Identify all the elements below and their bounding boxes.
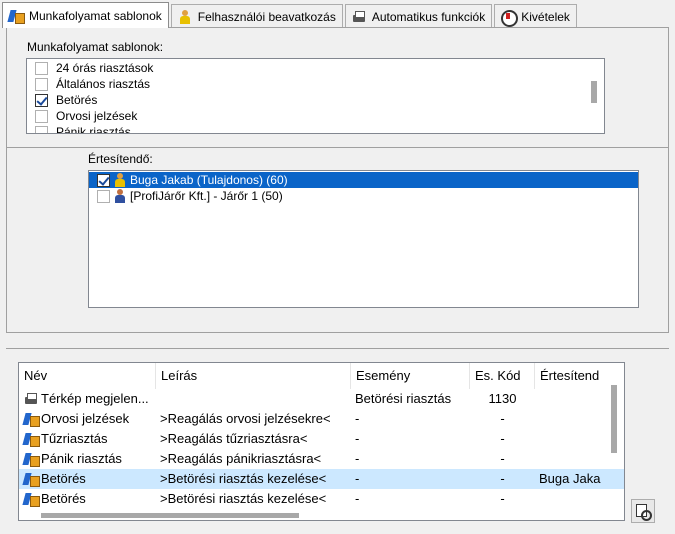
row-name: Betörés — [41, 491, 86, 506]
guard-icon — [112, 188, 128, 204]
checkbox[interactable] — [35, 109, 48, 123]
row-event: - — [355, 411, 360, 426]
row-event: - — [355, 471, 360, 486]
exception-icon — [500, 9, 519, 27]
row-description: >Reagálás pánikriasztásra< — [160, 451, 322, 466]
tab-workflow-templates[interactable]: Munkafolyamat sablonok — [2, 2, 169, 28]
tab-label: Kivételek — [521, 9, 570, 24]
workflow-icon — [23, 491, 40, 507]
template-label: Általános riasztás — [56, 77, 151, 91]
workflow-grid[interactable]: Név Leírás Esemény Es. Kód Értesítend Té… — [18, 362, 625, 521]
notify-label: Értesítendő: — [88, 152, 153, 166]
template-label: Pánik riasztás — [56, 125, 131, 134]
row-notify — [535, 429, 615, 449]
column-header-notify[interactable]: Értesítend — [535, 363, 615, 389]
grid-header: Név Leírás Esemény Es. Kód Értesítend — [19, 363, 624, 389]
tab-label: Automatikus funkciók — [371, 9, 486, 24]
row-event: - — [355, 451, 360, 466]
owner-icon — [112, 172, 128, 188]
divider — [6, 147, 669, 148]
row-description: >Betörési riasztás kezelése< — [160, 471, 327, 486]
column-header-name[interactable]: Név — [19, 363, 156, 389]
table-row[interactable]: Tűzriasztás >Reagálás tűzriasztásra< - - — [19, 429, 624, 449]
table-row[interactable]: Betörés >Betörési riasztás kezelése< - -… — [19, 469, 624, 489]
template-label: Orvosi jelzések — [56, 109, 138, 123]
notify-item[interactable]: [ProfiJárőr Kft.] - Járőr 1 (50) — [89, 188, 638, 204]
row-description — [156, 389, 351, 409]
template-label: 24 órás riasztások — [56, 61, 154, 75]
row-notify — [535, 389, 615, 409]
printer-icon — [351, 9, 367, 25]
row-description: >Reagálás orvosi jelzésekre< — [160, 411, 331, 426]
row-description: >Reagálás tűzriasztásra< — [160, 431, 308, 446]
checkbox[interactable] — [35, 61, 48, 75]
table-row[interactable]: Térkép megjelen... Betörési riasztás 113… — [19, 389, 624, 409]
notify-item[interactable]: Buga Jakab (Tulajdonos) (60) — [89, 172, 638, 188]
workflow-icon — [23, 451, 40, 467]
row-name: Térkép megjelen... — [41, 391, 149, 406]
printer-icon — [23, 391, 39, 407]
tab-label: Felhasználói beavatkozás — [197, 9, 336, 24]
tab-bar: Munkafolyamat sablonok Felhasználói beav… — [2, 2, 577, 28]
table-row[interactable]: Pánik riasztás >Reagálás pánikriasztásra… — [19, 449, 624, 469]
workflow-icon — [23, 471, 40, 487]
workflow-icon — [23, 431, 40, 447]
column-header-event[interactable]: Esemény — [351, 363, 470, 389]
row-event-code: - — [500, 471, 505, 486]
row-notify: Buga Jaka — [539, 471, 601, 486]
workflow-icon — [8, 8, 25, 24]
row-event-code: 1130 — [488, 391, 517, 406]
row-name: Betörés — [41, 471, 86, 486]
row-event: - — [355, 431, 360, 446]
row-notify — [535, 449, 615, 469]
checkbox[interactable] — [35, 125, 48, 133]
column-header-event-code[interactable]: Es. Kód — [470, 363, 535, 389]
table-row[interactable]: Orvosi jelzések >Reagálás orvosi jelzése… — [19, 409, 624, 429]
checkbox[interactable] — [97, 173, 110, 187]
template-item[interactable]: 24 órás riasztások — [27, 60, 587, 76]
row-description: >Betörési riasztás kezelése< — [160, 491, 327, 506]
template-item[interactable]: Pánik riasztás — [27, 124, 587, 134]
row-event-code: - — [500, 491, 505, 506]
template-item[interactable]: Betörés — [27, 92, 587, 108]
tab-user-intervention[interactable]: Felhasználói beavatkozás — [170, 4, 343, 28]
row-event: - — [355, 491, 360, 506]
templates-label: Munkafolyamat sablonok: — [27, 40, 164, 54]
template-item[interactable]: Orvosi jelzések — [27, 108, 587, 124]
tab-label: Munkafolyamat sablonok — [29, 8, 162, 23]
table-row[interactable]: Betörés >Betörési riasztás kezelése< - - — [19, 489, 624, 509]
notify-item-label: [ProfiJárőr Kft.] - Járőr 1 (50) — [130, 189, 283, 203]
template-label: Betörés — [56, 93, 98, 107]
template-item[interactable]: Általános riasztás — [27, 76, 587, 92]
row-notify — [535, 489, 615, 509]
checkbox[interactable] — [97, 189, 110, 203]
row-name: Pánik riasztás — [41, 451, 122, 466]
find-icon — [635, 503, 652, 521]
row-event-code: - — [500, 411, 505, 426]
checkbox[interactable] — [35, 93, 48, 107]
workflow-icon — [23, 411, 40, 427]
tab-exceptions[interactable]: Kivételek — [494, 4, 577, 28]
tab-automatic-functions[interactable]: Automatikus funkciók — [344, 4, 493, 28]
notify-item-label: Buga Jakab (Tulajdonos) (60) — [130, 173, 288, 187]
templates-listbox[interactable]: 24 órás riasztások Általános riasztás Be… — [26, 58, 605, 134]
column-header-description[interactable]: Leírás — [156, 363, 351, 389]
row-event-code: - — [500, 431, 505, 446]
horizontal-scrollbar-thumb[interactable] — [41, 513, 299, 518]
vertical-scrollbar-thumb[interactable] — [611, 385, 617, 453]
row-name: Orvosi jelzések — [41, 411, 130, 426]
row-event-code: - — [500, 451, 505, 466]
notify-listbox[interactable]: Buga Jakab (Tulajdonos) (60) [ProfiJárőr… — [88, 170, 639, 308]
row-notify — [535, 409, 615, 429]
find-button[interactable] — [631, 499, 655, 523]
row-event: Betörési riasztás — [355, 391, 452, 406]
row-name: Tűzriasztás — [41, 431, 108, 446]
vertical-scrollbar-thumb[interactable] — [591, 81, 597, 103]
checkbox[interactable] — [35, 77, 48, 91]
user-icon — [177, 9, 193, 25]
